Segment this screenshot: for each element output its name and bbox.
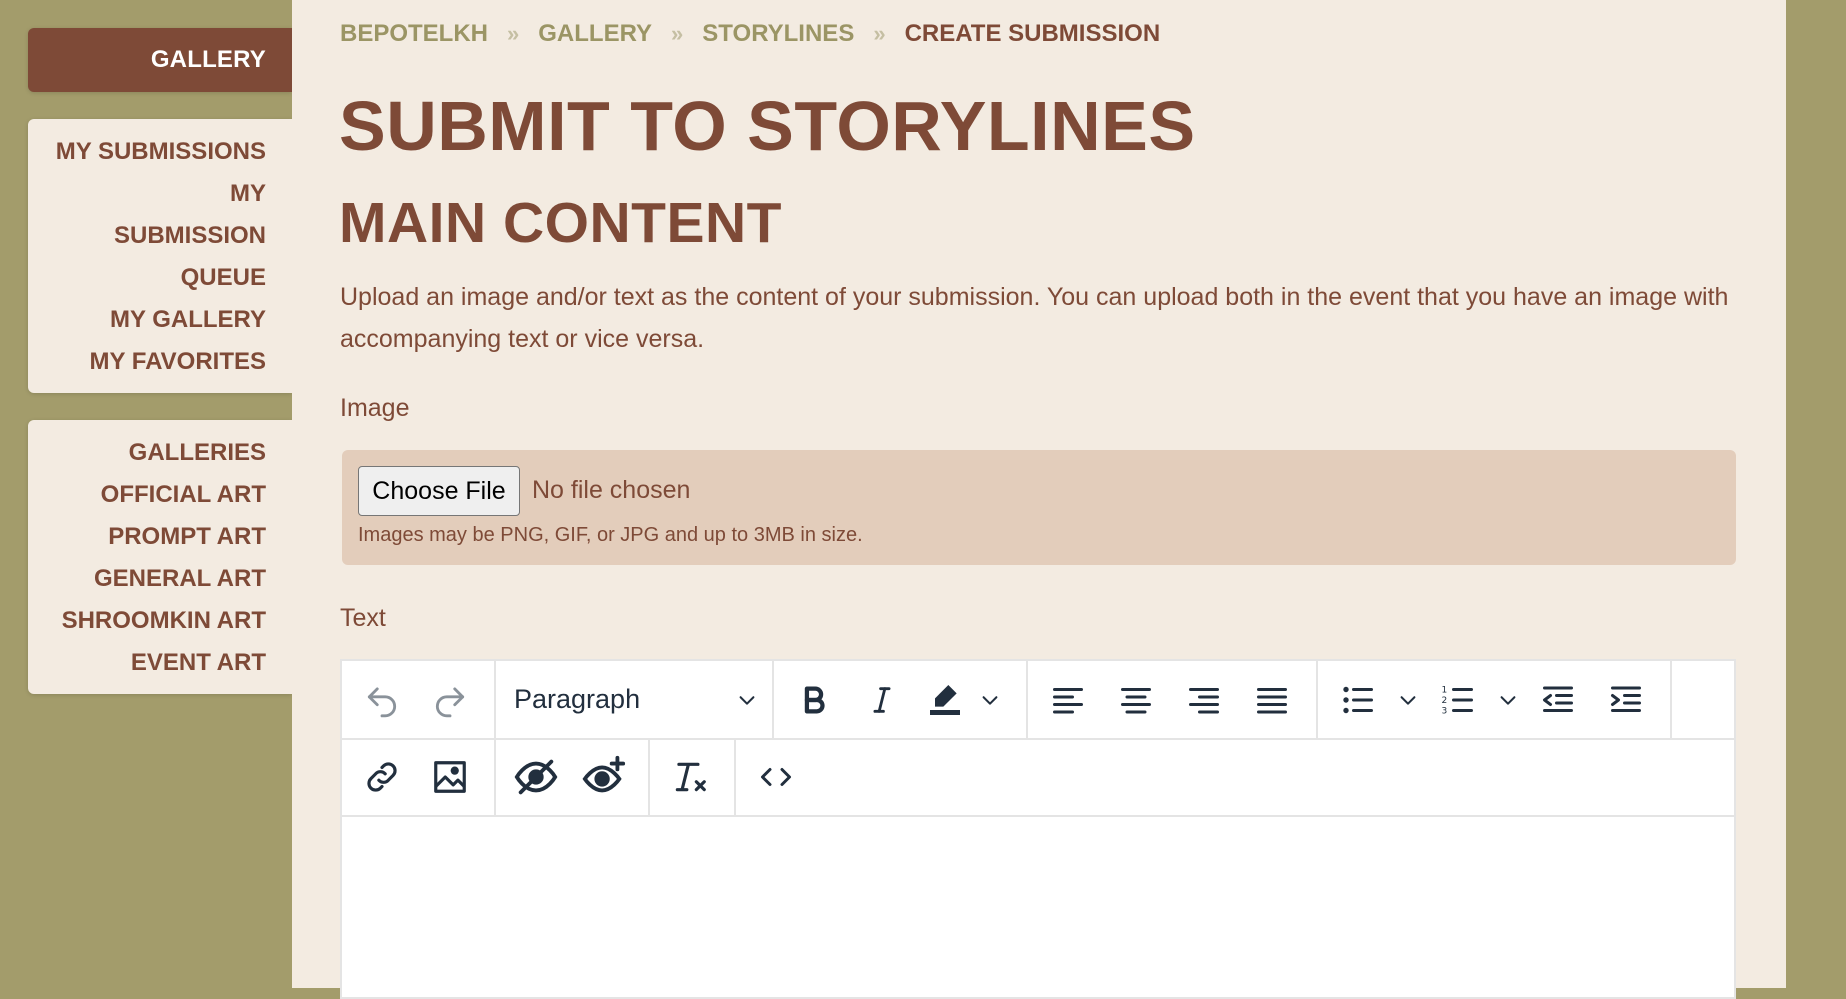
- breadcrumb-create-submission: CREATE SUBMISSION: [904, 20, 1161, 47]
- breadcrumb-storylines[interactable]: STORYLINES: [702, 20, 854, 48]
- image-hint: Images may be PNG, GIF, or JPG and up to…: [358, 524, 863, 546]
- sidebar-header[interactable]: GALLERY: [28, 28, 292, 92]
- sidebar-item-my-favorites[interactable]: MY FAVORITES: [38, 341, 266, 383]
- sidebar-item-shroomkin-art[interactable]: SHROOMKIN ART: [38, 600, 266, 642]
- block-format-value: Paragraph: [514, 684, 641, 714]
- breadcrumb-separator: »: [873, 21, 886, 46]
- sidebar-item-galleries[interactable]: GALLERIES: [38, 432, 266, 474]
- visibility-group: [496, 738, 650, 815]
- hide-icon[interactable]: [502, 747, 570, 807]
- page-title: SUBMIT TO STORYLINES: [339, 87, 1196, 165]
- numbered-list-icon[interactable]: 123: [1424, 670, 1492, 730]
- editor-toolbar-row-2: [342, 738, 1734, 817]
- outdent-icon[interactable]: [1524, 670, 1592, 730]
- chevron-down-icon[interactable]: [974, 670, 1006, 730]
- bullet-list-icon[interactable]: [1324, 670, 1392, 730]
- sidebar-item-my-submission-queue[interactable]: MY SUBMISSION QUEUE: [86, 173, 266, 299]
- chevron-down-icon: [739, 695, 755, 705]
- clear-format-icon[interactable]: [656, 747, 724, 807]
- align-justify-icon[interactable]: [1238, 670, 1306, 730]
- indent-icon[interactable]: [1592, 670, 1660, 730]
- svg-text:1: 1: [1442, 685, 1448, 695]
- italic-icon[interactable]: [848, 670, 916, 730]
- sidebar-item-general-art[interactable]: GENERAL ART: [38, 558, 266, 600]
- sidebar: GALLERY MY SUBMISSIONS MY SUBMISSION QUE…: [28, 28, 292, 694]
- undo-icon[interactable]: [348, 670, 416, 730]
- chevron-down-icon[interactable]: [1392, 670, 1424, 730]
- sidebar-item-event-art[interactable]: EVENT ART: [38, 642, 266, 684]
- history-group: [342, 661, 496, 738]
- section-description: Upload an image and/or text as the conte…: [340, 283, 1729, 353]
- editor-toolbar-row-1: Paragraph 1 2 3: [342, 661, 1734, 740]
- list-group: 123: [1318, 661, 1672, 738]
- align-right-icon[interactable]: [1170, 670, 1238, 730]
- align-group: [1028, 661, 1318, 738]
- file-status: No file chosen: [532, 476, 691, 504]
- sidebar-item-my-gallery[interactable]: MY GALLERY: [38, 299, 266, 341]
- reveal-icon[interactable]: [570, 747, 638, 807]
- breadcrumb-separator: »: [671, 21, 684, 46]
- main-content: BEPOTELKH » GALLERY » STORYLINES » CREAT…: [292, 0, 1786, 999]
- sidebar-item-my-submissions[interactable]: MY SUBMISSIONS: [38, 131, 266, 173]
- sidebar-group-my: MY SUBMISSIONS MY SUBMISSION QUEUE MY GA…: [28, 119, 292, 393]
- align-center-icon[interactable]: [1102, 670, 1170, 730]
- choose-file-button[interactable]: Choose File: [358, 466, 520, 516]
- svg-text:3: 3: [1442, 706, 1448, 716]
- rich-text-editor: Paragraph 1 2 3: [340, 659, 1736, 999]
- block-format-select[interactable]: Paragraph: [496, 670, 772, 730]
- clear-group: [650, 738, 736, 815]
- code-group: [736, 738, 816, 815]
- text-label: Text: [340, 604, 386, 632]
- image-icon[interactable]: [416, 747, 484, 807]
- image-upload-box: Choose File No file chosen Images may be…: [342, 450, 1736, 565]
- insert-group: [342, 738, 496, 815]
- align-left-icon[interactable]: [1034, 670, 1102, 730]
- section-title: MAIN CONTENT: [339, 191, 782, 255]
- breadcrumb-separator: »: [507, 21, 520, 46]
- redo-icon[interactable]: [416, 670, 484, 730]
- breadcrumb-gallery[interactable]: GALLERY: [538, 20, 652, 48]
- sidebar-item-prompt-art[interactable]: PROMPT ART: [38, 516, 266, 558]
- sidebar-item-official-art[interactable]: OFFICIAL ART: [38, 474, 266, 516]
- highlight-icon[interactable]: [916, 670, 974, 730]
- format-group: [774, 661, 1028, 738]
- bold-icon[interactable]: [780, 670, 848, 730]
- text-editor-area[interactable]: [342, 817, 1734, 997]
- chevron-down-icon[interactable]: [1492, 670, 1524, 730]
- block-format-group: Paragraph: [496, 661, 774, 738]
- link-icon[interactable]: [348, 747, 416, 807]
- sidebar-group-galleries: GALLERIES OFFICIAL ART PROMPT ART GENERA…: [28, 420, 292, 694]
- code-icon[interactable]: [742, 747, 810, 807]
- breadcrumb-bepotelkh[interactable]: BEPOTELKH: [340, 20, 488, 48]
- svg-text:2: 2: [1442, 696, 1448, 706]
- image-label: Image: [340, 394, 410, 422]
- breadcrumb: BEPOTELKH » GALLERY » STORYLINES » CREAT…: [340, 20, 1160, 48]
